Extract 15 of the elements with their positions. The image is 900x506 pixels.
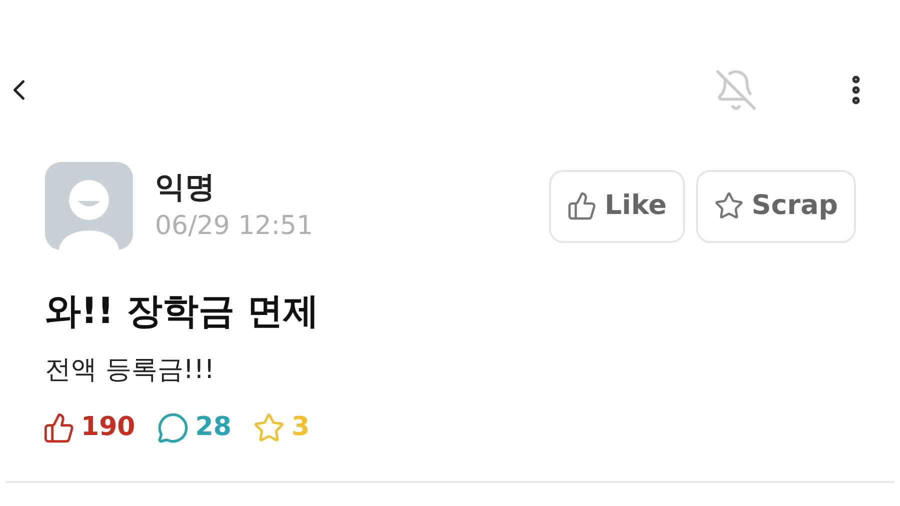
star-icon — [714, 191, 744, 221]
like-count: 190 — [81, 411, 136, 444]
avatar-icon — [45, 162, 133, 250]
post-title: 와!! 장학금 면제 — [44, 290, 320, 334]
author-name: 익명 — [155, 169, 216, 207]
post-time: 06/29 12:51 — [155, 210, 314, 243]
scrap-button[interactable]: Scrap — [696, 170, 856, 242]
post-body: 전액 등록금!!! — [44, 354, 216, 387]
thumbs-up-icon — [566, 191, 597, 221]
like-button[interactable]: Like — [548, 170, 685, 242]
thumbs-up-icon — [43, 412, 75, 444]
star-icon — [253, 412, 286, 444]
speech-bubble-icon — [157, 412, 190, 444]
comment-count: 28 — [195, 411, 232, 444]
scrap-count: 3 — [291, 411, 310, 444]
